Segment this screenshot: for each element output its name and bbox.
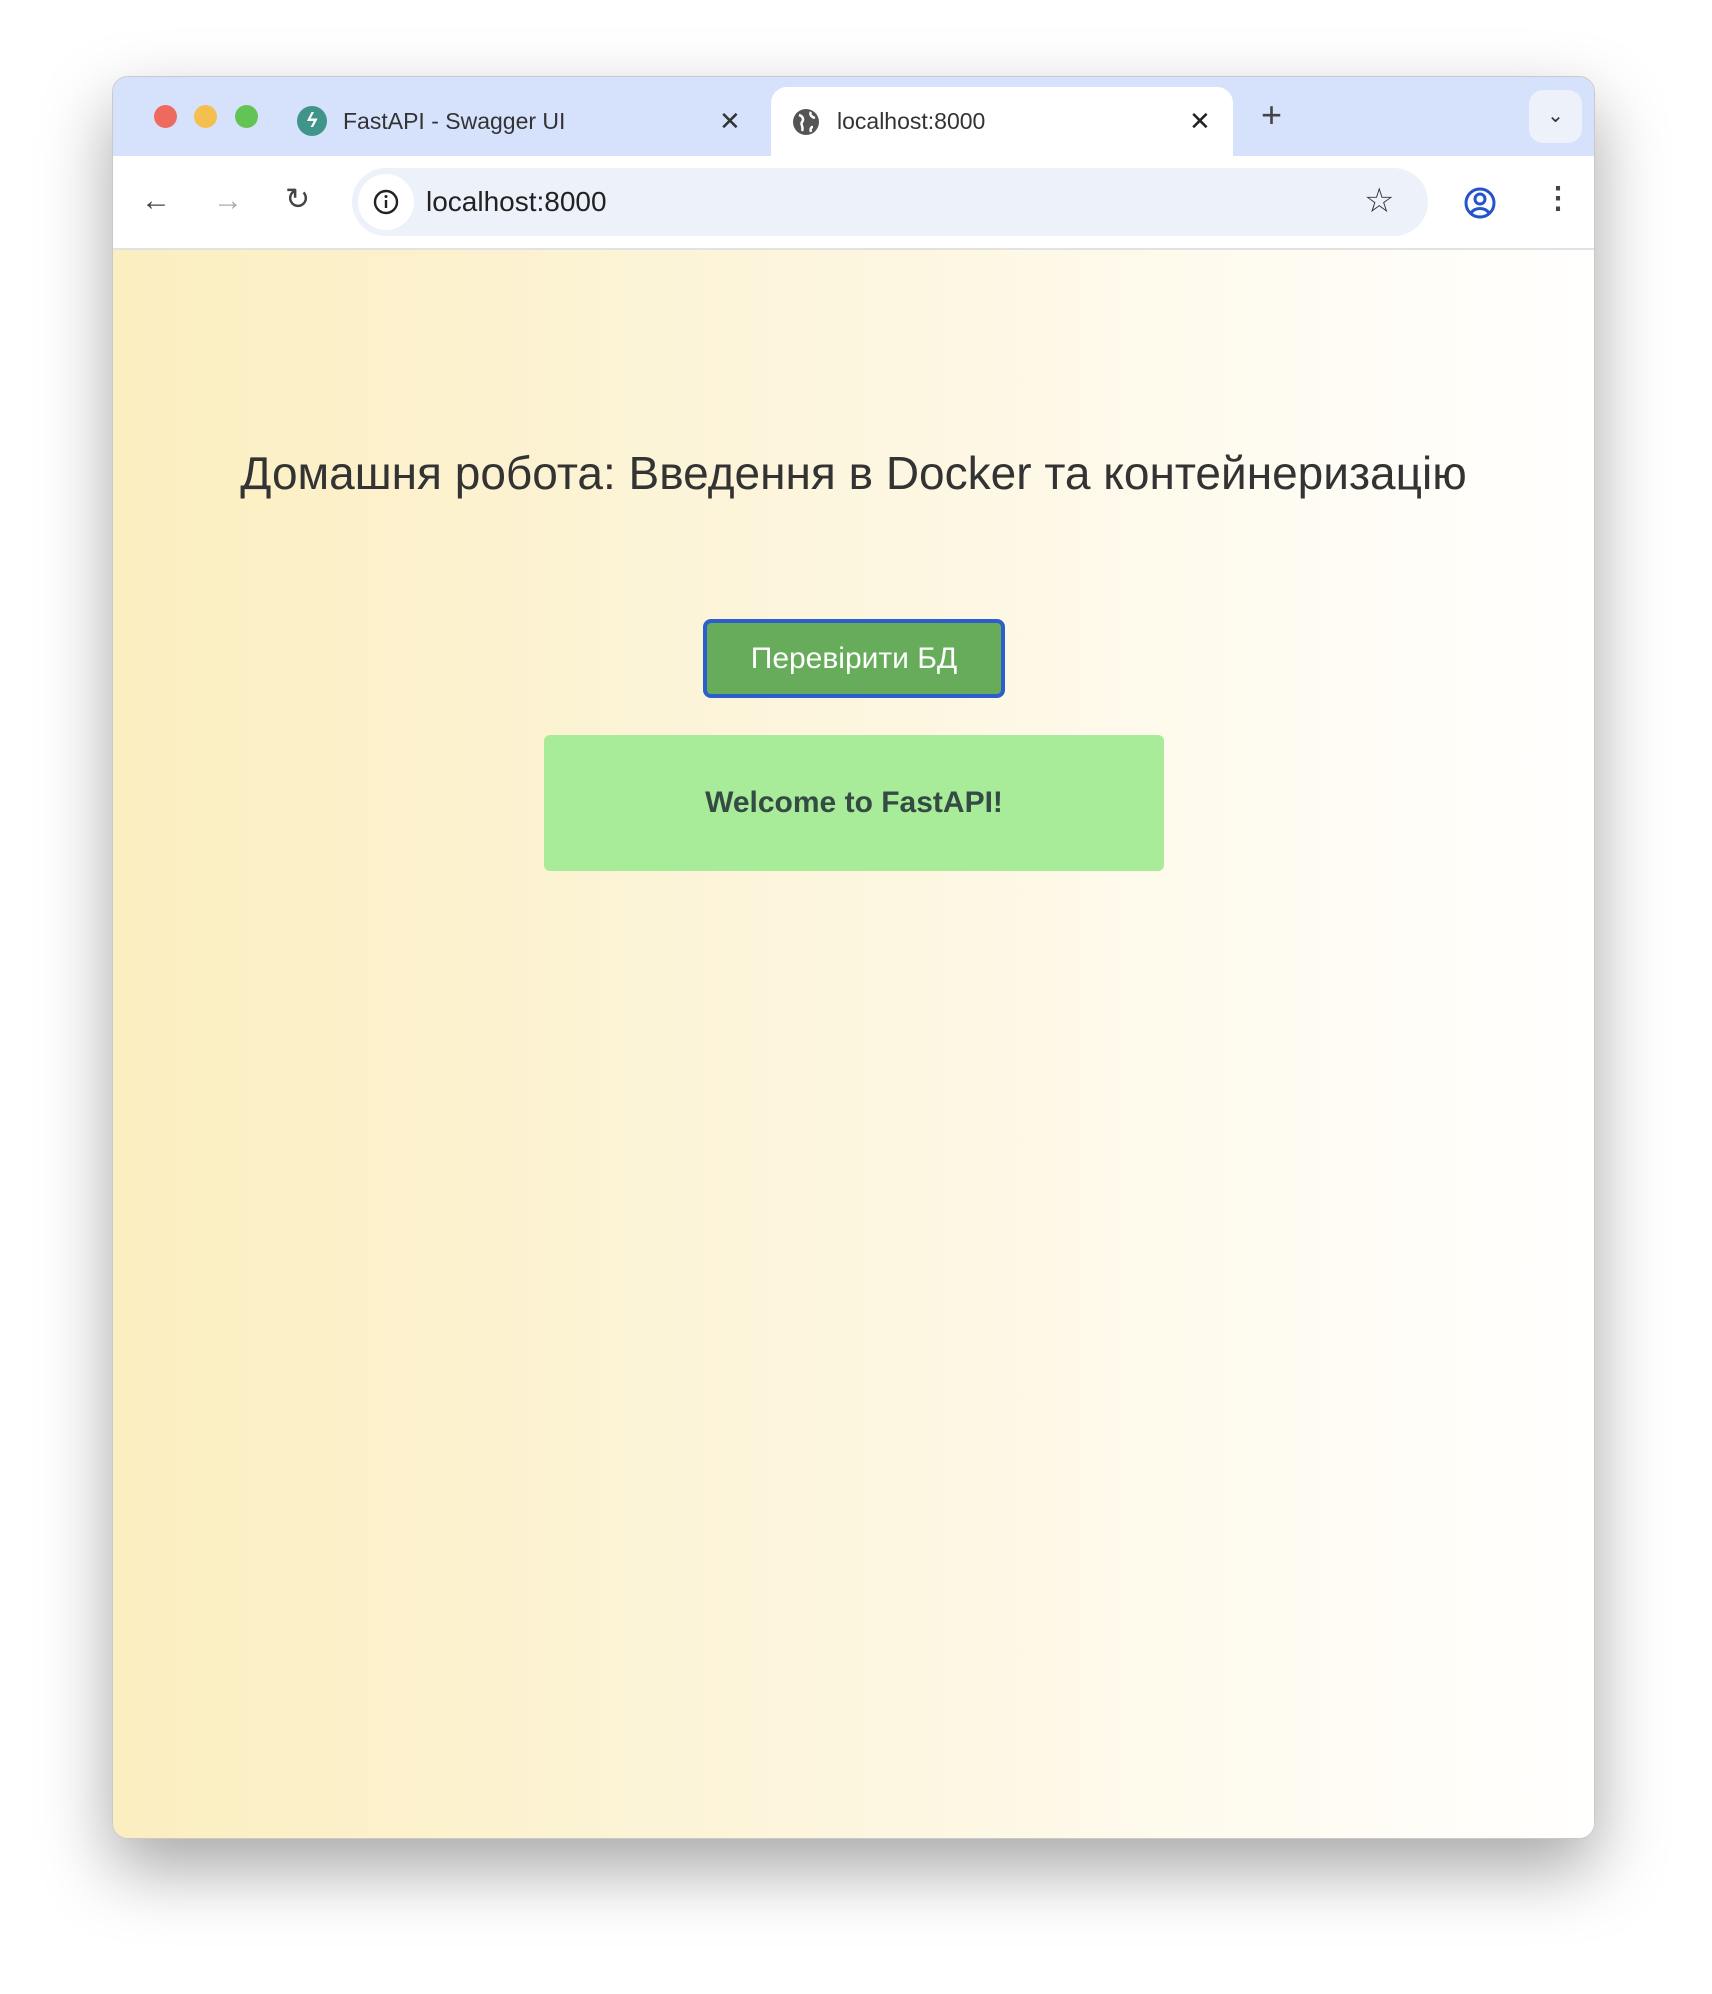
new-tab-icon[interactable]: + bbox=[1261, 97, 1282, 133]
maximize-window-button[interactable] bbox=[235, 105, 258, 128]
forward-icon[interactable]: → bbox=[213, 186, 243, 216]
close-window-button[interactable] bbox=[154, 105, 177, 128]
bookmark-star-icon[interactable]: ☆ bbox=[1364, 184, 1394, 218]
close-tab-icon[interactable]: ✕ bbox=[1189, 106, 1211, 137]
tab-title: FastAPI - Swagger UI bbox=[343, 108, 566, 134]
browser-window: ϟ FastAPI - Swagger UI ✕ localhost:8000 … bbox=[112, 76, 1595, 1839]
globe-icon bbox=[793, 109, 819, 135]
fastapi-icon: ϟ bbox=[297, 106, 327, 136]
tab-title: localhost:8000 bbox=[837, 108, 986, 134]
site-info-button[interactable] bbox=[358, 174, 414, 230]
profile-icon[interactable] bbox=[1463, 186, 1497, 220]
address-bar[interactable]: localhost:8000 ☆ bbox=[352, 168, 1428, 236]
page-title: Домашня робота: Введення в Docker та кон… bbox=[240, 447, 1467, 499]
tab-search-dropdown-icon[interactable]: ⌄ bbox=[1529, 90, 1582, 143]
tab-bar: ϟ FastAPI - Swagger UI ✕ localhost:8000 … bbox=[113, 77, 1594, 156]
message-box: Welcome to FastAPI! bbox=[544, 735, 1164, 871]
url-text[interactable]: localhost:8000 bbox=[426, 186, 607, 218]
minimize-window-button[interactable] bbox=[194, 105, 217, 128]
back-icon[interactable]: ← bbox=[141, 186, 171, 216]
menu-kebab-icon[interactable]: ⋮ bbox=[1543, 184, 1573, 214]
tab-localhost[interactable]: localhost:8000 ✕ bbox=[771, 87, 1233, 156]
tab-fastapi-swagger[interactable]: ϟ FastAPI - Swagger UI ✕ bbox=[293, 87, 753, 156]
close-tab-icon[interactable]: ✕ bbox=[719, 106, 741, 137]
toolbar: ← → ↻ localhost:8000 ☆ ⋮ bbox=[113, 156, 1594, 250]
info-icon bbox=[373, 189, 399, 215]
page-content: Домашня робота: Введення в Docker та кон… bbox=[113, 250, 1594, 1838]
reload-icon[interactable]: ↻ bbox=[285, 185, 310, 215]
check-db-button[interactable]: Перевірити БД bbox=[703, 619, 1005, 698]
